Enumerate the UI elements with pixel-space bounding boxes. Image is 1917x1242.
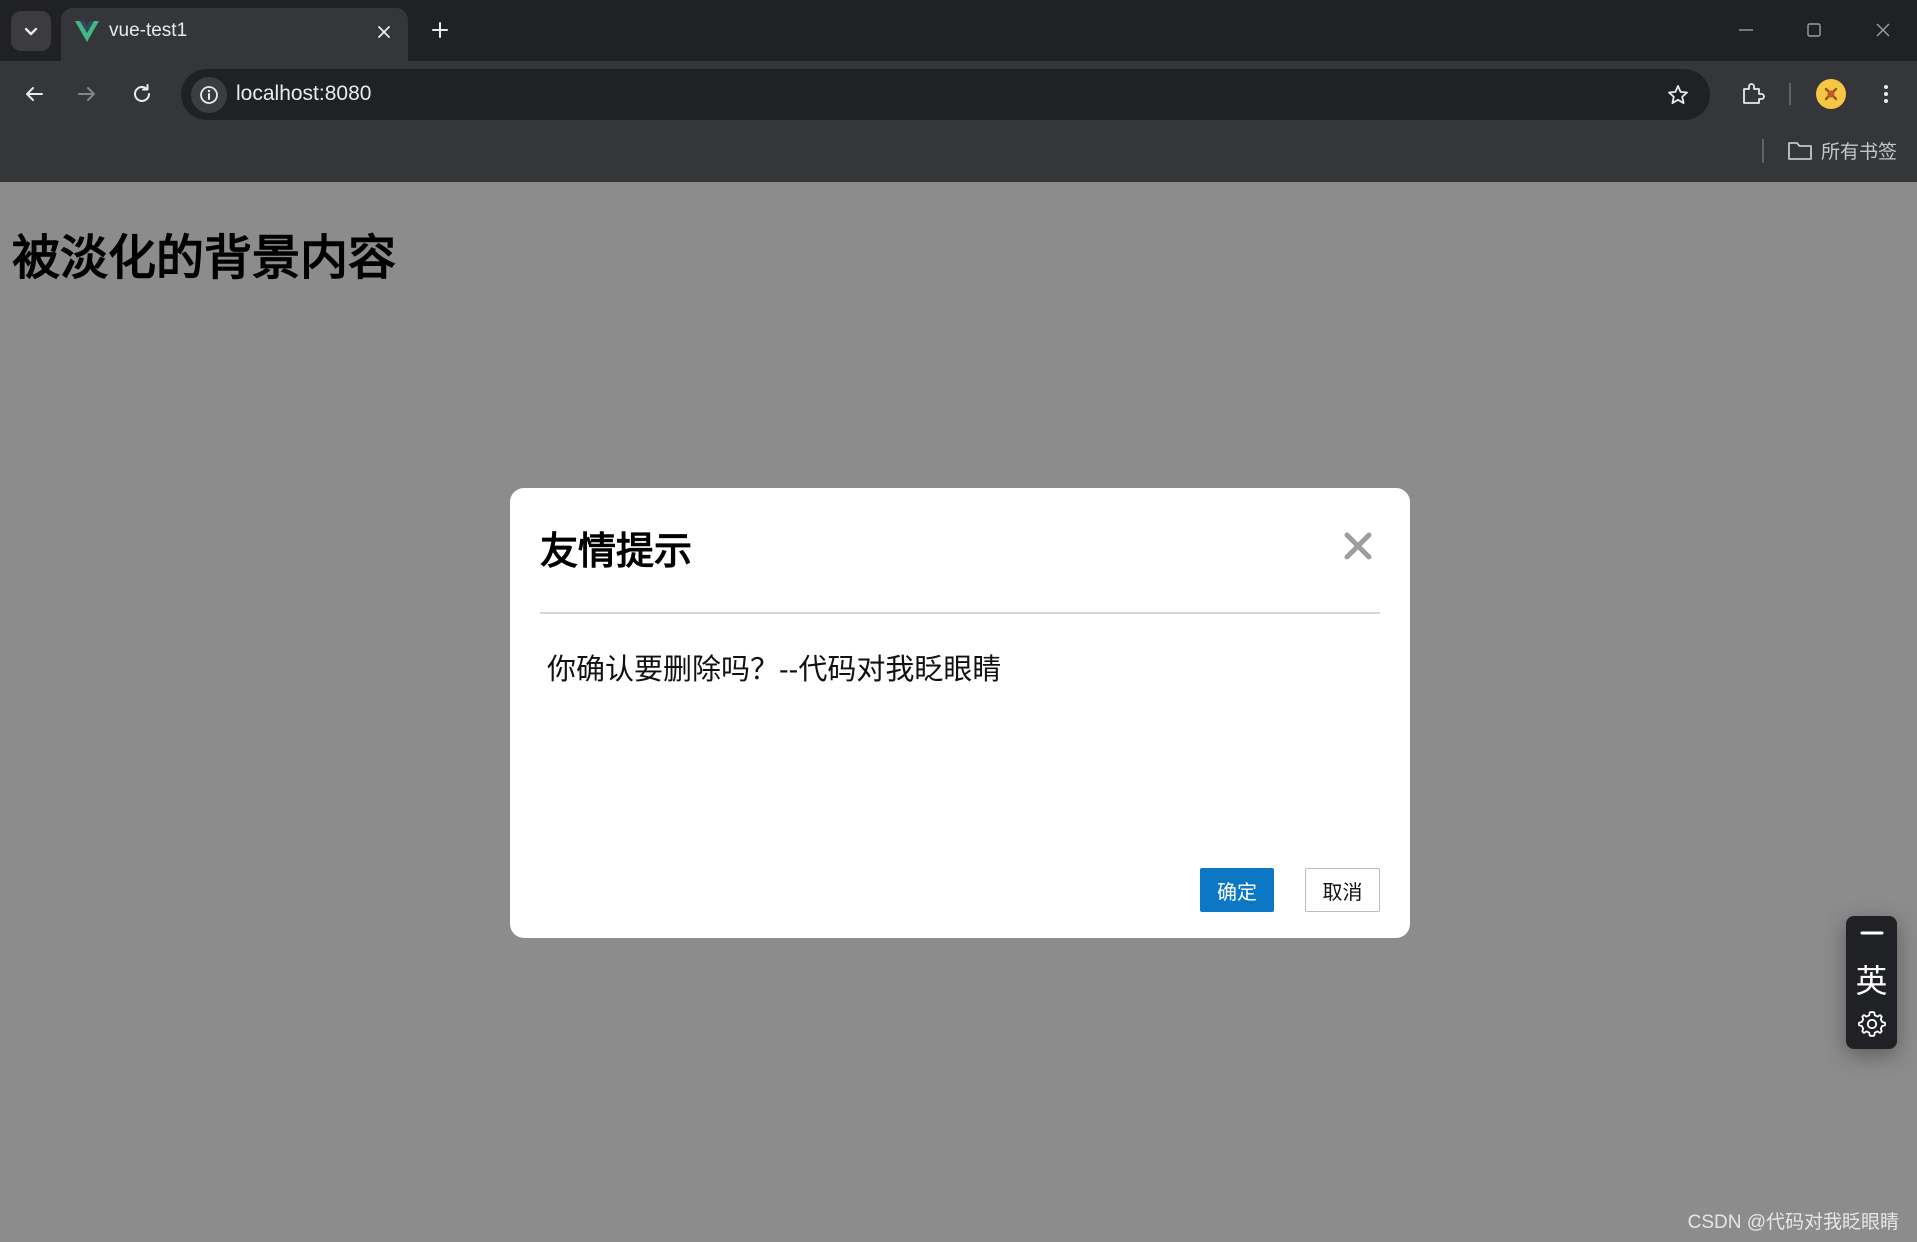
tab-search-button[interactable] bbox=[11, 11, 51, 51]
minimize-icon bbox=[1739, 29, 1753, 31]
reload-button[interactable] bbox=[122, 74, 162, 114]
bookmarks-divider bbox=[1762, 139, 1764, 163]
folder-icon bbox=[1788, 141, 1812, 160]
site-info-button[interactable] bbox=[191, 77, 227, 113]
cancel-button[interactable]: 取消 bbox=[1305, 868, 1380, 912]
tab-close-button[interactable] bbox=[370, 18, 398, 46]
plus-icon bbox=[432, 22, 448, 38]
site-info-icon bbox=[200, 86, 218, 104]
reload-icon bbox=[134, 84, 150, 102]
ime-language-toggle[interactable]: 英 bbox=[1846, 956, 1897, 1002]
dialog-close-icon bbox=[1344, 532, 1372, 560]
url-text[interactable]: localhost:8080 bbox=[236, 82, 371, 106]
ime-minimize-button[interactable] bbox=[1846, 916, 1897, 950]
dialog-close-button[interactable] bbox=[1340, 528, 1376, 564]
forward-arrow-icon bbox=[78, 87, 95, 101]
all-bookmarks-label: 所有书签 bbox=[1821, 142, 1898, 163]
more-menu-button[interactable] bbox=[1866, 74, 1906, 114]
all-bookmarks-folder[interactable]: 所有书签 bbox=[1787, 137, 1897, 164]
new-tab-button[interactable] bbox=[422, 12, 458, 48]
toolbar-separator bbox=[1789, 83, 1791, 105]
gear-icon bbox=[1858, 1011, 1886, 1037]
forward-button[interactable] bbox=[67, 74, 107, 114]
ime-toolbar[interactable]: 英 bbox=[1846, 916, 1897, 1049]
page-content: 被淡化的背景内容 友情提示 你确认要删除吗？--代码对我眨眼睛 确定 取消 CS… bbox=[0, 182, 1917, 1242]
profile-button[interactable] bbox=[1811, 74, 1851, 114]
dialog-message: 你确认要删除吗？--代码对我眨眼睛 bbox=[547, 654, 1002, 686]
browser-toolbar: localhost:8080 bbox=[0, 61, 1917, 127]
vue-logo-icon bbox=[75, 21, 99, 42]
confirm-dialog: 友情提示 你确认要删除吗？--代码对我眨眼睛 确定 取消 bbox=[510, 488, 1410, 938]
ime-settings-button[interactable] bbox=[1855, 1007, 1889, 1041]
more-vert-icon bbox=[1884, 85, 1888, 103]
extensions-button[interactable] bbox=[1732, 74, 1772, 114]
tab-vue-test1[interactable]: vue-test1 bbox=[61, 8, 408, 61]
star-icon bbox=[1668, 85, 1688, 104]
close-icon bbox=[378, 26, 390, 38]
tab-strip: vue-test1 bbox=[0, 0, 1917, 61]
ime-minimize-icon bbox=[1860, 931, 1883, 935]
close-window-button[interactable] bbox=[1861, 10, 1905, 50]
maximize-icon bbox=[1807, 23, 1821, 37]
profile-avatar-icon bbox=[1816, 79, 1846, 109]
bookmark-star-button[interactable] bbox=[1660, 77, 1696, 113]
dialog-divider bbox=[540, 612, 1380, 614]
address-bar[interactable]: localhost:8080 bbox=[181, 69, 1710, 120]
tab-title: vue-test1 bbox=[109, 20, 188, 41]
minimize-window-button[interactable] bbox=[1724, 10, 1768, 50]
extensions-icon bbox=[1743, 83, 1765, 104]
bookmarks-bar: 所有书签 bbox=[0, 127, 1917, 182]
dialog-title: 友情提示 bbox=[540, 531, 693, 573]
browser-window: vue-test1 localhost:8080 所有书签 被淡化的背景内容 友… bbox=[0, 0, 1917, 1242]
back-arrow-icon bbox=[26, 87, 43, 101]
confirm-button[interactable]: 确定 bbox=[1200, 868, 1274, 912]
tab-search-icon bbox=[24, 27, 38, 36]
maximize-window-button[interactable] bbox=[1792, 10, 1836, 50]
window-close-icon bbox=[1876, 23, 1890, 37]
watermark: CSDN @代码对我眨眼睛 bbox=[1687, 1212, 1899, 1233]
back-button[interactable] bbox=[14, 74, 54, 114]
